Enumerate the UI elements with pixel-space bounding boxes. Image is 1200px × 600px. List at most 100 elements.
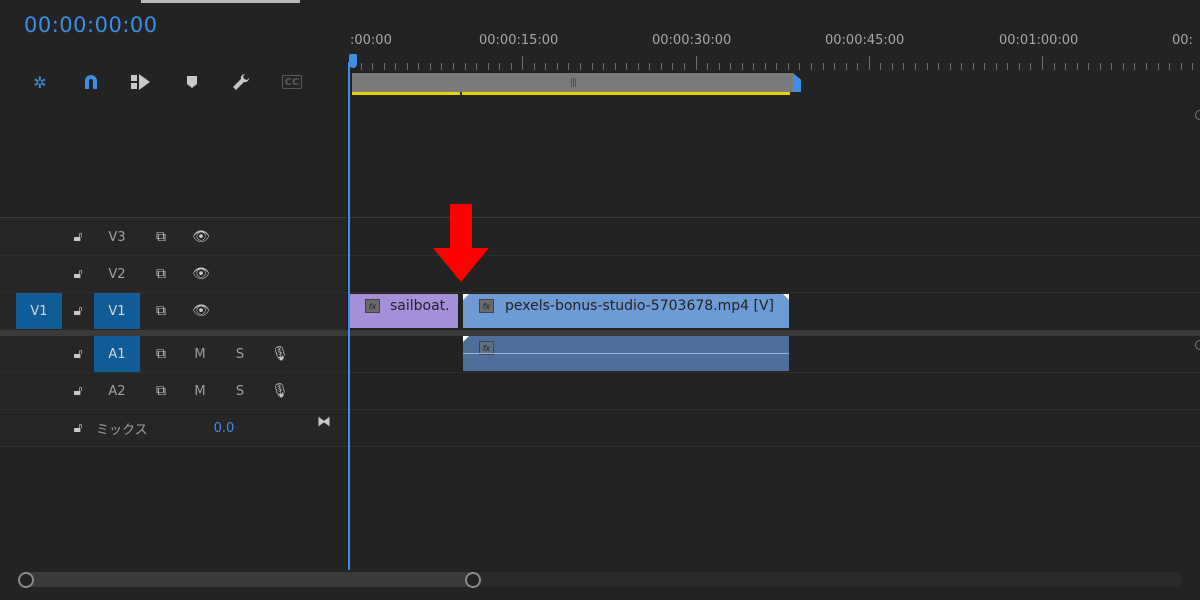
track-header-a1[interactable]: 🔓︎ A1 ⧉ M S 🎙︎ xyxy=(0,336,347,372)
insert-overwrite-icon[interactable]: ✲ xyxy=(28,70,52,94)
sync-lock-icon[interactable]: ⧉ xyxy=(147,219,175,255)
scroll-zoom-left-handle[interactable] xyxy=(18,572,34,588)
ruler-label: :00:00 xyxy=(350,33,392,48)
track-label[interactable]: V2 xyxy=(94,256,140,292)
ruler-tick xyxy=(487,63,489,70)
microphone-icon[interactable]: 🎙︎ xyxy=(268,373,292,409)
wrench-settings-icon[interactable] xyxy=(229,70,253,94)
ruler-tick xyxy=(510,63,512,70)
track-label[interactable]: V3 xyxy=(94,219,140,255)
track-header-mix[interactable]: 🔓︎ ミックス 0.0 ⧓ xyxy=(0,410,347,446)
ruler-tick xyxy=(464,63,466,70)
ruler-tick xyxy=(1042,56,1043,70)
playhead-line[interactable] xyxy=(348,62,350,570)
ruler-tick xyxy=(1018,63,1020,70)
vertical-zoom-handle[interactable] xyxy=(1195,340,1200,350)
ruler-tick xyxy=(764,63,766,70)
source-patch-v1[interactable]: V1 xyxy=(16,293,62,329)
ruler-tick xyxy=(787,63,789,70)
track-label[interactable]: A1 xyxy=(94,336,140,372)
ruler-tick xyxy=(1157,63,1159,70)
time-ruler[interactable] xyxy=(349,56,1200,70)
ruler-tick xyxy=(845,63,847,70)
ruler-tick xyxy=(1145,63,1147,70)
work-area-grip-icon[interactable]: ||| xyxy=(570,78,577,88)
ruler-tick xyxy=(753,63,755,70)
ruler-tick xyxy=(961,63,963,70)
audio-volume-line[interactable] xyxy=(463,353,789,354)
ruler-tick xyxy=(949,63,951,70)
ruler-tick xyxy=(626,63,628,70)
playhead-handle[interactable] xyxy=(349,54,357,68)
ruler-tick xyxy=(730,63,732,70)
track-label[interactable]: V1 xyxy=(94,293,140,329)
ruler-tick xyxy=(1076,63,1078,70)
ruler-tick xyxy=(880,63,882,70)
ruler-tick xyxy=(452,63,454,70)
ruler-tick xyxy=(1053,63,1055,70)
playhead-timecode[interactable]: 00:00:00:00 xyxy=(24,13,158,37)
ruler-tick xyxy=(1192,63,1194,70)
ruler-tick xyxy=(556,63,558,70)
solo-button[interactable]: S xyxy=(228,373,252,409)
lock-icon[interactable]: 🔓︎ xyxy=(66,219,90,255)
captions-icon[interactable]: CC xyxy=(282,75,302,89)
lock-icon[interactable]: 🔓︎ xyxy=(66,293,90,329)
mute-button[interactable]: M xyxy=(188,373,212,409)
ruler-tick xyxy=(926,63,928,70)
add-marker-icon[interactable] xyxy=(180,70,204,94)
ruler-tick xyxy=(914,63,916,70)
ruler-tick xyxy=(395,63,397,70)
sync-lock-icon[interactable]: ⧉ xyxy=(147,336,175,372)
eye-icon[interactable]: 👁︎ xyxy=(186,219,216,255)
ruler-label: 00: xyxy=(1172,33,1193,48)
lock-icon[interactable]: 🔓︎ xyxy=(66,410,90,446)
sync-lock-icon[interactable]: ⧉ xyxy=(147,373,175,409)
ruler-tick xyxy=(591,63,593,70)
ruler-tick xyxy=(938,63,940,70)
ruler-tick xyxy=(649,63,651,70)
panel-tab-indicator xyxy=(141,0,300,3)
ruler-tick xyxy=(972,63,974,70)
track-header-a2[interactable]: 🔓︎ A2 ⧉ M S 🎙︎ xyxy=(0,373,347,409)
linked-selection-icon[interactable] xyxy=(129,70,153,94)
lock-icon[interactable]: 🔓︎ xyxy=(66,336,90,372)
ruler-tick xyxy=(718,63,720,70)
lock-icon[interactable]: 🔓︎ xyxy=(66,256,90,292)
work-area-end-handle[interactable] xyxy=(793,73,801,92)
mix-volume-value[interactable]: 0.0 xyxy=(204,410,244,446)
eye-icon[interactable]: 👁︎ xyxy=(186,293,216,329)
ruler-tick xyxy=(1169,63,1171,70)
ruler-tick xyxy=(406,63,408,70)
ruler-tick xyxy=(660,63,662,70)
ruler-tick xyxy=(834,63,836,70)
track-label[interactable]: A2 xyxy=(94,373,140,409)
track-header-v2[interactable]: 🔓︎ V2 ⧉ 👁︎ xyxy=(0,256,347,292)
ruler-tick xyxy=(476,63,478,70)
track-header-v1[interactable]: V1 🔓︎ V1 ⧉ 👁︎ xyxy=(0,293,347,329)
scrollbar-thumb[interactable] xyxy=(22,572,480,587)
fx-badge-icon: fx xyxy=(479,299,494,313)
sync-lock-icon[interactable]: ⧉ xyxy=(147,256,175,292)
ruler-label: 00:00:45:00 xyxy=(825,33,905,48)
ruler-tick xyxy=(614,63,616,70)
ruler-tick xyxy=(1088,63,1090,70)
mix-label: ミックス xyxy=(96,422,148,438)
sync-lock-icon[interactable]: ⧉ xyxy=(147,293,175,329)
ruler-tick xyxy=(903,63,905,70)
vertical-zoom-handle[interactable] xyxy=(1195,110,1200,120)
solo-button[interactable]: S xyxy=(228,336,252,372)
render-status-gap xyxy=(460,92,462,97)
lock-icon[interactable]: 🔓︎ xyxy=(66,373,90,409)
eye-icon[interactable]: 👁︎ xyxy=(186,256,216,292)
track-header-v3[interactable]: 🔓︎ V3 ⧉ 👁︎ xyxy=(0,219,347,255)
snap-magnet-icon[interactable] xyxy=(79,70,103,94)
mute-button[interactable]: M xyxy=(188,336,212,372)
ruler-label: 00:00:30:00 xyxy=(652,33,732,48)
ruler-tick xyxy=(522,56,524,70)
ruler-label: 00:00:15:00 xyxy=(479,33,559,48)
scroll-zoom-right-handle[interactable] xyxy=(465,572,481,588)
bowtie-icon[interactable]: ⧓ xyxy=(312,404,336,440)
ruler-tick xyxy=(984,63,986,70)
microphone-icon[interactable]: 🎙︎ xyxy=(268,336,292,372)
